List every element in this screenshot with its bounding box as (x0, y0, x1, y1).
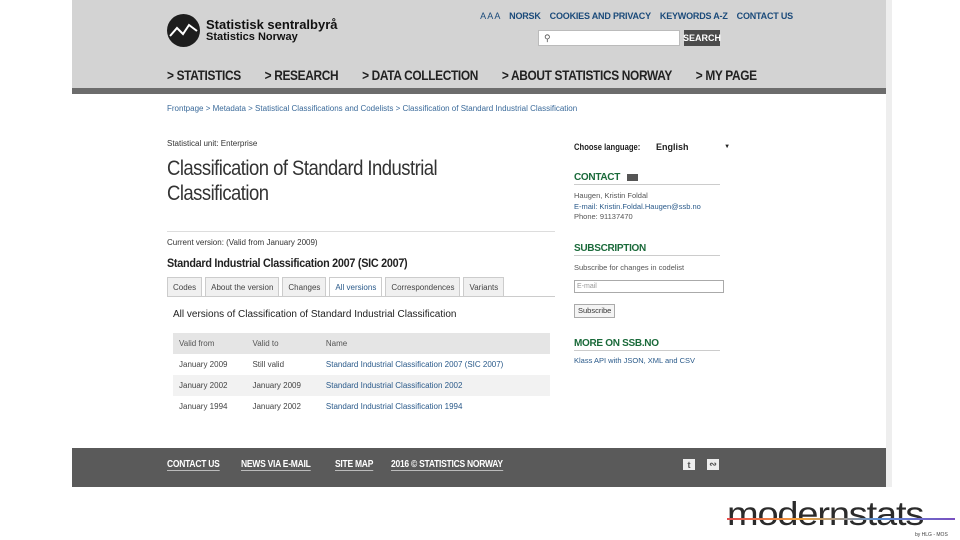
language-value: English (656, 141, 689, 152)
tab-codes[interactable]: Codes (167, 277, 203, 297)
nav-about[interactable]: > ABOUT STATISTICS NORWAY (502, 67, 672, 83)
contact-name: Haugen, Kristin Foldal (574, 191, 648, 200)
subscription-heading: SUBSCRIPTION (574, 243, 720, 256)
version-link[interactable]: Standard Industrial Classification 2007 … (320, 354, 550, 375)
version-tabs: Codes About the version Changes All vers… (167, 277, 507, 297)
ssb-logo-icon (167, 14, 200, 47)
tab-all-versions[interactable]: All versions (329, 277, 383, 297)
nav-statistics[interactable]: > STATISTICS (167, 67, 241, 83)
language-select[interactable]: English ▼ (656, 140, 730, 153)
site-logo[interactable]: Statistisk sentralbyrå Statistics Norway (167, 14, 338, 47)
more-heading: MORE ON SSB.NO (574, 338, 720, 351)
tabs-underline (167, 296, 555, 297)
table-row: January 2009 Still valid Standard Indust… (173, 354, 550, 375)
language-label: Choose language: (574, 141, 641, 152)
search-icon: ⚲ (544, 33, 551, 43)
twitter-icon[interactable]: t (683, 459, 695, 470)
col-valid-from: Valid from (173, 333, 247, 354)
version-link[interactable]: Standard Industrial Classification 1994 (320, 396, 550, 417)
top-links: A A A NORSK COOKIES AND PRIVACY KEYWORDS… (480, 11, 793, 21)
logo-subtitle: Statistics Norway (206, 30, 298, 43)
contact-heading-text: CONTACT (574, 172, 621, 183)
language-chooser: Choose language: English ▼ (574, 140, 730, 153)
text-size-control[interactable]: A A A (480, 11, 500, 21)
link-contact-us[interactable]: CONTACT US (737, 11, 794, 21)
klass-api-link[interactable]: Klass API with JSON, XML and CSV (574, 356, 695, 366)
modernstats-logo: modernstats by HLG - MOS (727, 497, 955, 538)
cell-valid-from: January 2002 (173, 375, 247, 396)
contact-heading: CONTACT (574, 172, 720, 185)
search-button[interactable]: SEARCH (683, 30, 721, 46)
cell-valid-from: January 2009 (179, 360, 228, 369)
nav-research[interactable]: > RESEARCH (265, 67, 339, 83)
footer-copyright[interactable]: 2016 © STATISTICS NORWAY (391, 459, 503, 471)
footer-news[interactable]: NEWS VIA E-MAIL (240, 459, 311, 471)
cell-valid-to: January 2009 (246, 375, 320, 396)
divider (167, 231, 555, 232)
footer-links: CONTACT US NEWS VIA E-MAIL SITE MAP 2016… (167, 459, 523, 471)
rss-icon[interactable]: ∾ (707, 459, 719, 470)
search-bar: ⚲ SEARCH (538, 30, 721, 46)
footer-site-map[interactable]: SITE MAP (334, 459, 373, 471)
envelope-icon (626, 173, 638, 181)
tab-about-version[interactable]: About the version (205, 277, 280, 297)
contact-email[interactable]: E-mail: Kristin.Foldal.Haugen@ssb.no (574, 202, 701, 212)
cell-valid-from: January 1994 (179, 402, 228, 411)
breadcrumb[interactable]: Frontpage > Metadata > Statistical Class… (167, 104, 577, 113)
tab-correspondences[interactable]: Correspondences (385, 277, 461, 297)
table-row: January 2002 January 2009 Standard Indus… (173, 375, 550, 396)
page-title: Classification of Standard Industrial Cl… (167, 157, 438, 205)
link-cookies[interactable]: COOKIES AND PRIVACY (550, 11, 651, 21)
search-input[interactable]: ⚲ (538, 30, 680, 46)
main-nav: > STATISTICS > RESEARCH > DATA COLLECTIO… (167, 67, 781, 83)
nav-data-collection[interactable]: > DATA COLLECTION (362, 67, 478, 83)
versions-table: Valid from Valid to Name January 2009 St… (173, 333, 550, 417)
contact-phone: Phone: 91137470 (574, 212, 633, 221)
email-field[interactable]: E-mail (574, 280, 724, 293)
table-row: January 1994 January 2002 Standard Indus… (173, 396, 550, 417)
cell-valid-to: January 2002 (252, 402, 301, 411)
viewport-edge (886, 0, 892, 487)
link-keywords[interactable]: KEYWORDS A-Z (660, 11, 728, 21)
col-name: Name (319, 333, 550, 354)
subscription-text: Subscribe for changes in codelist (574, 263, 685, 272)
link-norsk[interactable]: NORSK (509, 11, 541, 21)
statistical-unit: Statistical unit: Enterprise (167, 139, 258, 148)
table-title: All versions of Classification of Standa… (173, 309, 457, 320)
version-name: Standard Industrial Classification 2007 … (167, 256, 408, 270)
logo-title: Statistisk sentralbyrå (206, 16, 338, 32)
nav-my-page[interactable]: > MY PAGE (696, 67, 757, 83)
cell-valid-to: Still valid (252, 360, 285, 369)
modernstats-subtitle: by HLG - MOS (915, 532, 948, 538)
tab-changes[interactable]: Changes (282, 277, 327, 297)
rainbow-stripe-icon (727, 518, 955, 520)
current-version: Current version: (Valid from January 200… (167, 238, 318, 247)
modernstats-wordmark: modernstats (727, 495, 924, 532)
tab-variants[interactable]: Variants (463, 277, 505, 297)
col-valid-to: Valid to (246, 333, 320, 354)
subscribe-button[interactable]: Subscribe (574, 304, 616, 318)
footer-contact-us[interactable]: CONTACT US (167, 459, 220, 471)
version-link[interactable]: Standard Industrial Classification 2002 (319, 375, 550, 396)
dropdown-arrow-icon: ▼ (724, 143, 731, 150)
